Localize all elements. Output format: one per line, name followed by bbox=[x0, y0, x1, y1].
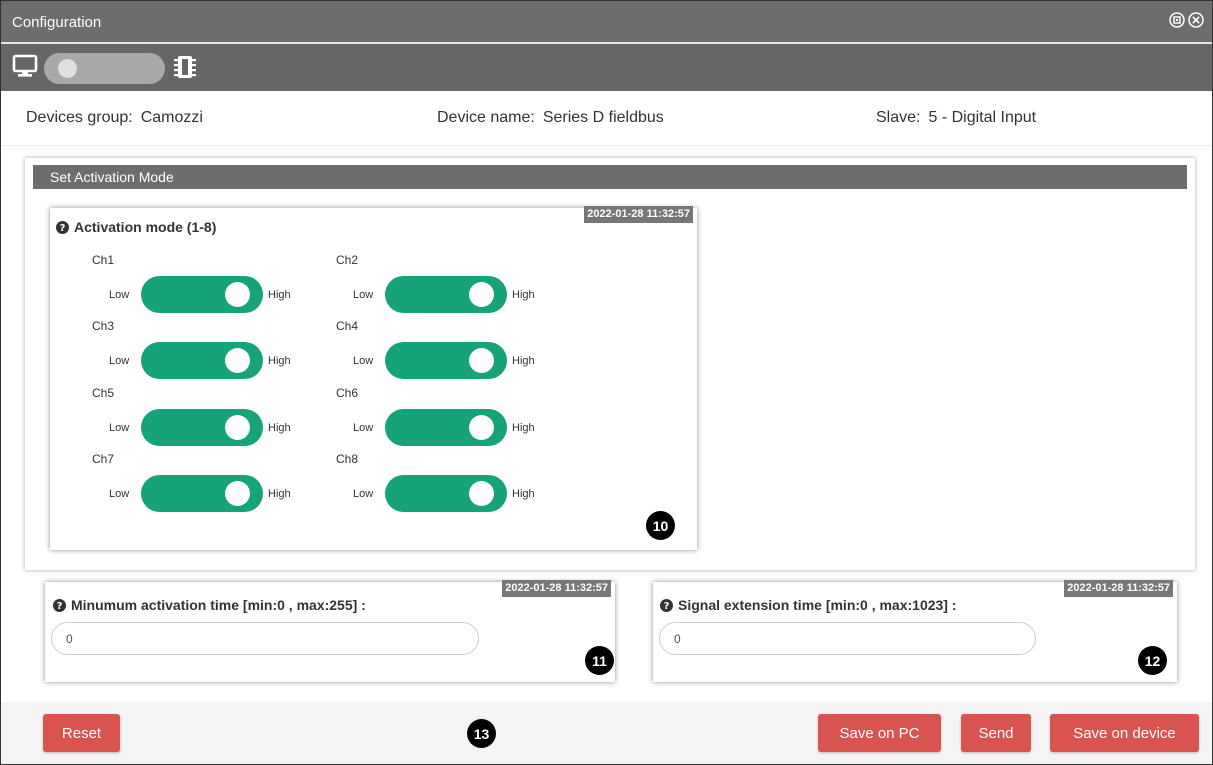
channel-3-switch[interactable] bbox=[141, 342, 263, 379]
switch-knob bbox=[225, 481, 250, 506]
channel-4-switch[interactable] bbox=[385, 342, 507, 379]
callout-badge-11: 11 bbox=[585, 646, 614, 675]
chip-icon bbox=[173, 54, 197, 85]
channel-label: Ch7 bbox=[92, 452, 115, 466]
devices-group-label: Devices group: bbox=[26, 109, 133, 126]
low-label: Low bbox=[109, 422, 130, 434]
high-label: High bbox=[268, 355, 291, 367]
switch-knob bbox=[469, 282, 494, 307]
save-on-pc-button[interactable]: Save on PC bbox=[818, 714, 941, 752]
monitor-icon bbox=[12, 53, 38, 84]
channel-label: Ch1 bbox=[92, 253, 115, 267]
high-label: High bbox=[268, 289, 291, 301]
low-label: Low bbox=[109, 289, 130, 301]
channel-8-switch[interactable] bbox=[385, 475, 507, 512]
channel-7-switch[interactable] bbox=[141, 475, 263, 512]
activation-mode-title: Activation mode (1-8) bbox=[74, 219, 217, 235]
low-label: Low bbox=[109, 355, 130, 367]
high-label: High bbox=[268, 488, 291, 500]
min-activation-title: Minumum activation time [min:0 , max:255… bbox=[71, 597, 366, 613]
low-label: Low bbox=[109, 488, 130, 500]
activation-mode-card: 2022-01-28 11:32:57 ? Activation mode (1… bbox=[50, 206, 697, 550]
channel-label: Ch6 bbox=[336, 386, 359, 400]
channel-label: Ch4 bbox=[336, 319, 359, 333]
switch-knob bbox=[469, 348, 494, 373]
toggle-knob bbox=[58, 59, 77, 78]
device-name-value: Series D fieldbus bbox=[542, 109, 664, 126]
callout-badge-13: 13 bbox=[467, 719, 496, 748]
switch-knob bbox=[469, 415, 494, 440]
window-title: Configuration bbox=[12, 14, 102, 31]
send-button[interactable]: Send bbox=[961, 714, 1031, 752]
device-name-info: Device name: Series D fieldbus bbox=[437, 109, 664, 127]
channel-label: Ch8 bbox=[336, 452, 359, 466]
signal-extension-title: Signal extension time [min:0 , max:1023]… bbox=[678, 597, 957, 613]
slave-info: Slave: 5 - Digital Input bbox=[876, 109, 1036, 127]
close-circle-icon[interactable] bbox=[1188, 12, 1204, 28]
card-title: ? Signal extension time [min:0 , max:102… bbox=[660, 597, 957, 613]
switch-knob bbox=[225, 348, 250, 373]
devices-group-info: Devices group: Camozzi bbox=[26, 109, 203, 127]
devices-group-value: Camozzi bbox=[140, 109, 203, 126]
low-label: Low bbox=[353, 422, 374, 434]
channel-6-switch[interactable] bbox=[385, 409, 507, 446]
svg-text:?: ? bbox=[57, 601, 63, 612]
section-header: Set Activation Mode bbox=[33, 165, 1187, 189]
low-label: Low bbox=[353, 488, 374, 500]
save-on-device-button[interactable]: Save on device bbox=[1050, 714, 1199, 752]
maximize-circle-icon[interactable] bbox=[1169, 12, 1185, 28]
switch-knob bbox=[225, 282, 250, 307]
pc-device-mode-toggle[interactable] bbox=[44, 53, 165, 84]
channel-1-switch[interactable] bbox=[141, 276, 263, 313]
timestamp-badge: 2022-01-28 11:32:57 bbox=[584, 206, 693, 223]
channel-label: Ch5 bbox=[92, 386, 115, 400]
switch-knob bbox=[469, 481, 494, 506]
switch-knob bbox=[225, 415, 250, 440]
callout-badge-10: 10 bbox=[646, 511, 675, 540]
card-title: ? Activation mode (1-8) bbox=[56, 219, 216, 235]
footer-bar: Reset 13 Save on PC Send Save on device bbox=[1, 702, 1212, 764]
timestamp-badge: 2022-01-28 11:32:57 bbox=[1064, 580, 1173, 597]
device-name-label: Device name: bbox=[437, 109, 535, 126]
high-label: High bbox=[512, 355, 535, 367]
card-title: ? Minumum activation time [min:0 , max:2… bbox=[53, 597, 366, 613]
channel-label: Ch2 bbox=[336, 253, 359, 267]
min-activation-card: 2022-01-28 11:32:57 ? Minumum activation… bbox=[45, 580, 615, 682]
channel-2-switch[interactable] bbox=[385, 276, 507, 313]
help-icon[interactable]: ? bbox=[56, 220, 69, 234]
high-label: High bbox=[268, 422, 291, 434]
configuration-window: Configuration Devices group: Camozzi Dev… bbox=[0, 0, 1213, 765]
window-controls bbox=[1169, 12, 1204, 28]
callout-badge-12: 12 bbox=[1138, 646, 1167, 675]
title-bar: Configuration bbox=[1, 1, 1212, 44]
high-label: High bbox=[512, 488, 535, 500]
signal-extension-card: 2022-01-28 11:32:57 ? Signal extension t… bbox=[653, 580, 1177, 682]
high-label: High bbox=[512, 422, 535, 434]
slave-value: 5 - Digital Input bbox=[928, 109, 1037, 126]
help-icon[interactable]: ? bbox=[660, 598, 673, 612]
timestamp-badge: 2022-01-28 11:32:57 bbox=[502, 580, 611, 597]
reset-button[interactable]: Reset bbox=[43, 714, 120, 752]
help-icon[interactable]: ? bbox=[53, 598, 66, 612]
slave-label: Slave: bbox=[876, 109, 921, 126]
high-label: High bbox=[512, 289, 535, 301]
low-label: Low bbox=[353, 355, 374, 367]
signal-extension-input[interactable] bbox=[659, 622, 1036, 655]
svg-text:?: ? bbox=[60, 223, 66, 234]
channel-label: Ch3 bbox=[92, 319, 115, 333]
low-label: Low bbox=[353, 289, 374, 301]
activation-mode-section: Set Activation Mode 2022-01-28 11:32:57 … bbox=[25, 158, 1195, 570]
device-info-row: Devices group: Camozzi Device name: Series… bbox=[1, 91, 1212, 146]
min-activation-input[interactable] bbox=[51, 622, 479, 655]
channel-5-switch[interactable] bbox=[141, 409, 263, 446]
svg-text:?: ? bbox=[664, 601, 670, 612]
mode-toolbar bbox=[1, 44, 1212, 91]
